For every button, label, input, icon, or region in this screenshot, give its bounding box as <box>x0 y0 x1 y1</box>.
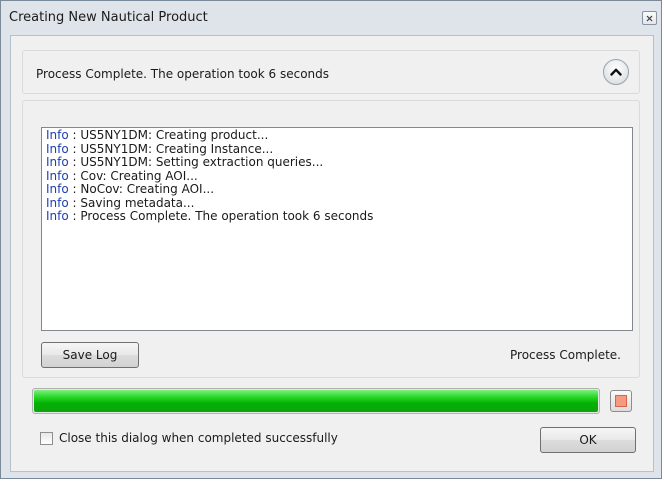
log-line: Info : US5NY1DM: Setting extraction quer… <box>46 155 628 170</box>
log-level: Info <box>46 141 69 156</box>
close-icon <box>646 15 653 21</box>
log-level: Info <box>46 128 69 142</box>
collapse-button[interactable] <box>603 59 629 85</box>
log-output[interactable]: Info : US5NY1DM: Creating product... Info… <box>41 127 633 331</box>
stop-button[interactable] <box>610 390 632 412</box>
log-separator: : <box>68 155 81 169</box>
log-line: Info : US5NY1DM: Creating Instance... <box>46 141 628 157</box>
close-button[interactable] <box>642 11 657 25</box>
log-level: Info <box>46 209 69 223</box>
close-on-complete-row[interactable]: Close this dialog when completed success… <box>40 430 338 446</box>
ok-button[interactable]: OK <box>540 427 636 453</box>
title-bar: Creating New Nautical Product <box>1 1 661 35</box>
log-separator: : <box>68 209 81 223</box>
close-on-complete-checkbox[interactable] <box>40 431 53 445</box>
status-panel: Process Complete. The operation took 6 s… <box>22 50 640 94</box>
log-panel: Info : US5NY1DM: Creating product... Info… <box>22 100 640 378</box>
close-on-complete-label: Close this dialog when completed success… <box>59 431 338 445</box>
log-separator: : <box>68 182 81 196</box>
log-separator: : <box>68 141 81 156</box>
log-line: Info : Cov: Creating AOI... <box>46 168 628 184</box>
log-line: Info : Process Complete. The operation t… <box>46 209 628 224</box>
log-separator: : <box>68 128 81 142</box>
log-level: Info <box>46 168 69 183</box>
log-message: Process Complete. The operation took 6 s… <box>80 209 374 223</box>
window-title: Creating New Nautical Product <box>9 10 208 25</box>
log-message: US5NY1DM: Creating Instance... <box>80 141 274 156</box>
chevron-up-icon <box>610 68 622 76</box>
stop-icon <box>615 395 627 407</box>
log-separator: : <box>68 195 81 210</box>
log-level: Info <box>46 155 69 169</box>
log-message: NoCov: Creating AOI... <box>80 182 215 196</box>
log-line: Info : US5NY1DM: Creating product... <box>46 128 628 143</box>
process-status-text: Process Complete. <box>510 348 621 362</box>
status-summary: Process Complete. The operation took 6 s… <box>36 67 330 81</box>
log-message: US5NY1DM: Setting extraction queries... <box>80 155 324 169</box>
log-separator: : <box>68 168 81 183</box>
log-line: Info : NoCov: Creating AOI... <box>46 182 628 197</box>
log-level: Info <box>46 195 69 210</box>
log-message: Cov: Creating AOI... <box>80 168 198 183</box>
progress-fill <box>34 390 598 412</box>
save-log-button[interactable]: Save Log <box>41 342 139 368</box>
log-level: Info <box>46 182 69 196</box>
log-message: US5NY1DM: Creating product... <box>80 128 269 142</box>
log-message: Saving metadata... <box>80 195 195 210</box>
log-line: Info : Saving metadata... <box>46 195 628 211</box>
progress-bar <box>32 388 600 414</box>
